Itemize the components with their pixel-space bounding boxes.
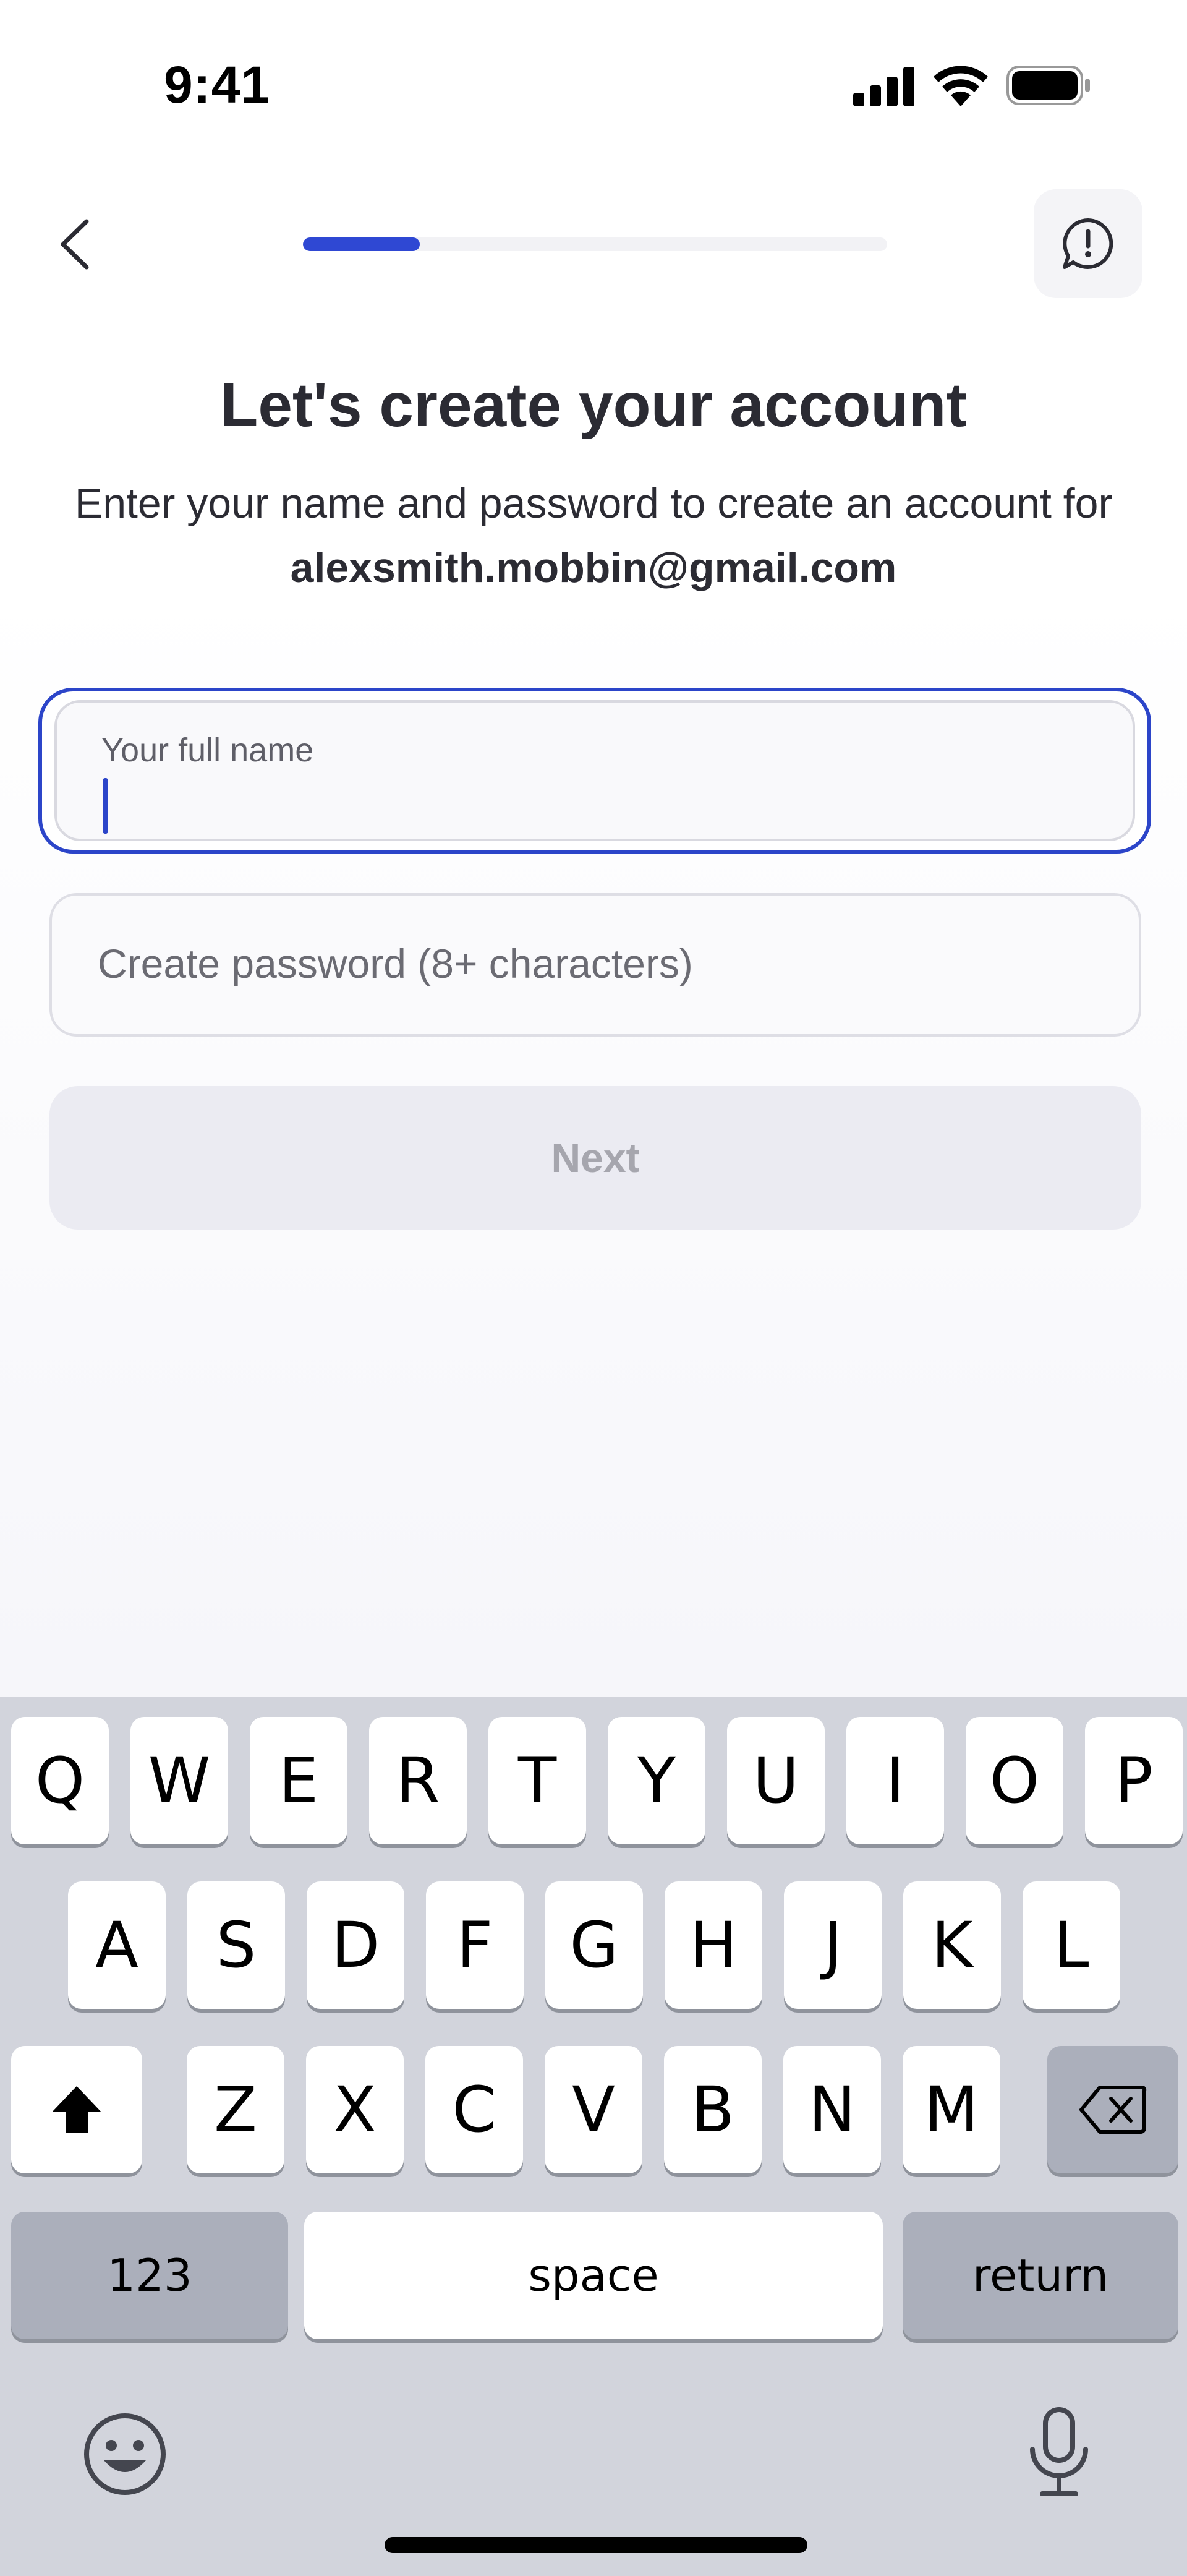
key-k[interactable]: K [903, 1881, 1001, 2009]
key-z[interactable]: Z [187, 2046, 284, 2173]
numbers-key[interactable]: 123 [11, 2212, 288, 2339]
page-title: Let's create your account [220, 370, 967, 440]
shift-key[interactable] [11, 2046, 142, 2173]
back-button[interactable] [37, 204, 111, 285]
dictation-button[interactable] [1025, 2406, 1093, 2502]
shift-icon [52, 2086, 101, 2133]
key-v[interactable]: V [545, 2046, 642, 2173]
delete-backspace-icon [1079, 2086, 1147, 2134]
key-j[interactable]: J [784, 1881, 882, 2009]
report-issue-button[interactable] [1034, 189, 1142, 298]
return-key[interactable]: return [903, 2212, 1178, 2339]
key-x[interactable]: X [306, 2046, 404, 2173]
account-email: alexsmith.mobbin@gmail.com [290, 544, 897, 591]
key-a[interactable]: A [68, 1881, 166, 2009]
cellular-signal-icon [853, 67, 914, 106]
status-time: 9:41 [164, 56, 271, 114]
create-account-screen: 9:41 Let's create your account Enter you… [0, 0, 1187, 2576]
full-name-label: Your full name [101, 732, 314, 769]
space-key[interactable]: space [304, 2212, 883, 2339]
key-s[interactable]: S [187, 1881, 285, 2009]
next-button[interactable]: Next [49, 1086, 1141, 1230]
text-caret [103, 778, 108, 834]
delete-key[interactable] [1047, 2046, 1178, 2173]
key-q[interactable]: Q [11, 1717, 109, 1844]
battery-icon [1006, 66, 1090, 105]
key-h[interactable]: H [665, 1881, 762, 2009]
key-w[interactable]: W [130, 1717, 228, 1844]
page-subtitle: Enter your name and password to create a… [49, 471, 1138, 600]
password-field[interactable]: Create password (8+ characters) [49, 893, 1141, 1037]
key-y[interactable]: Y [608, 1717, 705, 1844]
key-u[interactable]: U [727, 1717, 825, 1844]
key-i[interactable]: I [846, 1717, 944, 1844]
microphone-icon [1030, 2407, 1088, 2496]
key-t[interactable]: T [488, 1717, 586, 1844]
subtitle-text: Enter your name and password to create a… [74, 480, 1113, 527]
password-placeholder: Create password (8+ characters) [98, 941, 693, 986]
onboarding-progress-fill [303, 237, 420, 251]
key-m[interactable]: M [903, 2046, 1000, 2173]
onboarding-progress-bar [303, 237, 887, 251]
wifi-icon [934, 66, 988, 106]
exclamation-bubble-icon [1063, 218, 1113, 269]
full-name-field-focus-ring: Your full name [38, 688, 1151, 854]
full-name-field[interactable]: Your full name [54, 700, 1135, 841]
key-r[interactable]: R [369, 1717, 467, 1844]
key-o[interactable]: O [966, 1717, 1063, 1844]
key-p[interactable]: P [1085, 1717, 1183, 1844]
chevron-left-icon [61, 219, 89, 270]
status-bar: 9:41 [0, 0, 1187, 173]
key-n[interactable]: N [783, 2046, 881, 2173]
key-l[interactable]: L [1023, 1881, 1120, 2009]
key-b[interactable]: B [664, 2046, 762, 2173]
emoji-button[interactable] [82, 2411, 168, 2501]
emoji-smile-icon [84, 2413, 166, 2495]
key-f[interactable]: F [426, 1881, 524, 2009]
key-g[interactable]: G [545, 1881, 643, 2009]
key-e[interactable]: E [250, 1717, 347, 1844]
home-indicator [385, 2537, 807, 2553]
on-screen-keyboard: QWERTYUIOP ASDFGHJKL ZXCVBNM 123 space r… [0, 1697, 1187, 2576]
key-c[interactable]: C [425, 2046, 523, 2173]
key-d[interactable]: D [307, 1881, 404, 2009]
